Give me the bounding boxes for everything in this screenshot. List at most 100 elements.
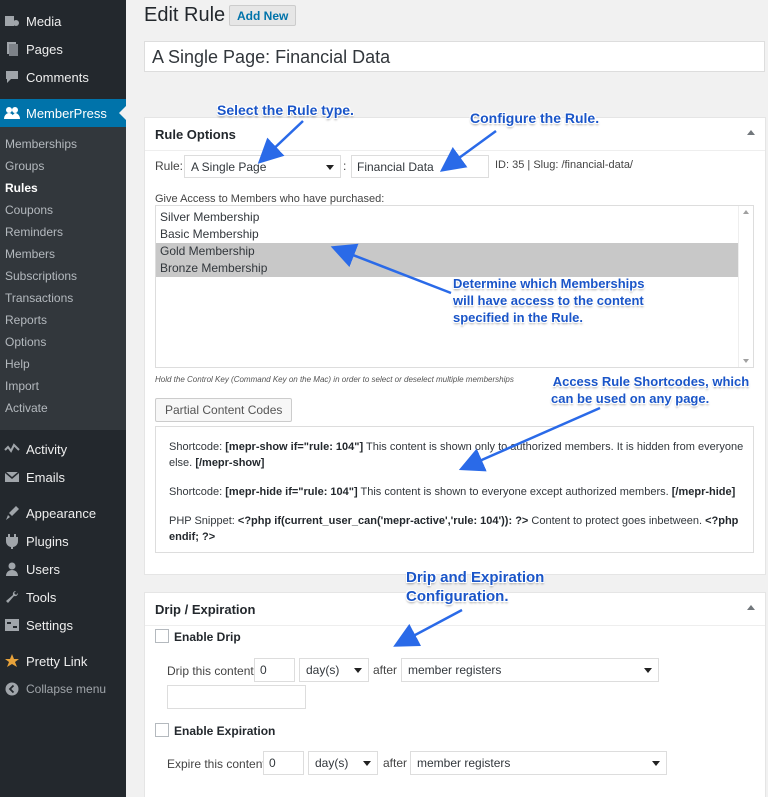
enable-expiration-checkbox[interactable] (155, 723, 169, 737)
membership-option-selected[interactable]: Gold Membership (156, 243, 739, 260)
php-prefix: PHP Snippet: (169, 515, 235, 527)
submenu-import[interactable]: Import (5, 376, 39, 396)
membership-option-selected[interactable]: Bronze Membership (156, 260, 739, 277)
rule-target-input[interactable]: Financial Data (351, 155, 489, 178)
expire-unit-select[interactable]: day(s) (308, 751, 378, 775)
activity-icon (4, 441, 20, 457)
post-title-input[interactable]: A Single Page: Financial Data (144, 41, 765, 72)
partial-content-codes-button[interactable]: Partial Content Codes (155, 398, 293, 422)
shortcode-prefix: Shortcode: (169, 441, 223, 453)
settings-icon (4, 617, 20, 633)
drip-event-select[interactable]: member registers (401, 658, 659, 682)
pages-icon (4, 41, 20, 57)
star-icon (4, 653, 20, 669)
scroll-down-icon[interactable] (743, 359, 749, 363)
annotation-shortcodes: Access Rule Shortcodes, which can be use… (551, 373, 749, 407)
menu-comments[interactable]: Comments (0, 63, 126, 91)
listbox-scrollbar[interactable] (738, 206, 753, 367)
annotation-drip: Drip and Expiration Configuration. (406, 568, 544, 606)
expire-event-select[interactable]: member registers (410, 751, 667, 775)
hide-code: [mepr-hide if="rule: 104"] (225, 486, 358, 498)
add-new-button[interactable]: Add New (229, 5, 297, 26)
submenu-members[interactable]: Members (5, 244, 55, 264)
collapse-icon (4, 681, 20, 697)
chevron-down-icon (363, 761, 371, 766)
chevron-down-icon (354, 668, 362, 673)
annotation-memberships: Determine which Memberships will have ac… (453, 275, 644, 326)
hide-shortcode-line: Shortcode: [mepr-hide if="rule: 104"] Th… (169, 484, 744, 500)
drip-amount-input[interactable]: 0 (254, 658, 295, 682)
shortcode-prefix: Shortcode: (169, 486, 223, 498)
drip-after-label: after (373, 663, 398, 677)
chevron-down-icon (652, 761, 660, 766)
drip-expiration-title: Drip / Expiration (155, 602, 256, 617)
annotation-memberships-line: Determine which Memberships (453, 276, 645, 291)
menu-activity[interactable]: Activity (0, 435, 126, 463)
annotation-memberships-line: specified in the Rule. (453, 310, 584, 325)
submenu-activate[interactable]: Activate (5, 398, 48, 418)
memberpress-submenu: Memberships Groups Rules Coupons Reminde… (0, 127, 126, 430)
expire-label: Expire this content (167, 757, 266, 771)
rule-type-select[interactable]: A Single Page (184, 155, 341, 178)
menu-settings[interactable]: Settings (0, 611, 126, 639)
annotation-drip-line: Drip and Expiration (406, 569, 545, 586)
expire-unit-value: day(s) (315, 756, 349, 770)
menu-label: Pages (26, 41, 63, 57)
toggle-arrow-icon[interactable] (747, 605, 755, 610)
menu-pages[interactable]: Pages (0, 35, 126, 63)
toggle-arrow-icon[interactable] (747, 130, 755, 135)
enable-drip-checkbox[interactable] (155, 629, 169, 643)
menu-plugins[interactable]: Plugins (0, 527, 126, 555)
drip-unit-value: day(s) (306, 663, 340, 677)
enable-expiration-label: Enable Expiration (174, 724, 276, 738)
membership-option[interactable]: Basic Membership (156, 226, 739, 243)
postbox-header[interactable]: Rule Options (145, 118, 765, 151)
submenu-subscriptions[interactable]: Subscriptions (5, 266, 77, 286)
show-shortcode-line: Shortcode: [mepr-show if="rule: 104"] Th… (169, 439, 744, 471)
collapse-menu[interactable]: Collapse menu (0, 675, 126, 703)
multi-select-hint: Hold the Control Key (Command Key on the… (155, 375, 514, 384)
menu-pretty-link[interactable]: Pretty Link (0, 647, 126, 675)
submenu-rules[interactable]: Rules (5, 178, 38, 198)
enable-drip-label: Enable Drip (174, 630, 241, 644)
users-icon (4, 105, 20, 121)
expire-amount-input[interactable]: 0 (263, 751, 304, 775)
submenu-reminders[interactable]: Reminders (5, 222, 63, 242)
menu-label: Settings (26, 617, 73, 633)
drip-date-input[interactable] (167, 685, 306, 709)
email-icon (4, 469, 20, 485)
expire-event-value: member registers (417, 756, 511, 770)
user-icon (4, 561, 20, 577)
menu-label: Emails (26, 469, 66, 485)
menu-label: Activity (26, 441, 68, 457)
drip-unit-select[interactable]: day(s) (299, 658, 369, 682)
menu-label: Users (26, 561, 60, 577)
menu-label: Tools (26, 589, 57, 605)
scroll-up-icon[interactable] (743, 210, 749, 214)
annotation-drip-line: Configuration. (406, 588, 509, 605)
submenu-reports[interactable]: Reports (5, 310, 47, 330)
menu-memberpress[interactable]: MemberPress (0, 99, 126, 127)
chevron-down-icon (326, 164, 334, 170)
hide-close: [/mepr-hide] (671, 486, 736, 498)
show-code: [mepr-show if="rule: 104"] (225, 441, 364, 453)
annotation-shortcodes-line: Access Rule Shortcodes, which (552, 374, 750, 389)
menu-label: Media (26, 13, 62, 29)
appearance-icon (4, 505, 20, 521)
menu-tools[interactable]: Tools (0, 583, 126, 611)
menu-users[interactable]: Users (0, 555, 126, 583)
submenu-groups[interactable]: Groups (5, 156, 44, 176)
submenu-transactions[interactable]: Transactions (5, 288, 73, 308)
menu-appearance[interactable]: Appearance (0, 499, 126, 527)
submenu-memberships[interactable]: Memberships (5, 134, 77, 154)
menu-emails[interactable]: Emails (0, 463, 126, 491)
rule-options-title: Rule Options (155, 127, 236, 142)
submenu-options[interactable]: Options (5, 332, 46, 352)
membership-option[interactable]: Silver Membership (156, 209, 739, 226)
submenu-help[interactable]: Help (5, 354, 30, 374)
submenu-coupons[interactable]: Coupons (5, 200, 53, 220)
annotation-rule-type: Select the Rule type. (217, 102, 354, 118)
menu-label: Plugins (26, 533, 69, 549)
expire-after-label: after (383, 756, 408, 770)
menu-media[interactable]: Media (0, 7, 126, 35)
